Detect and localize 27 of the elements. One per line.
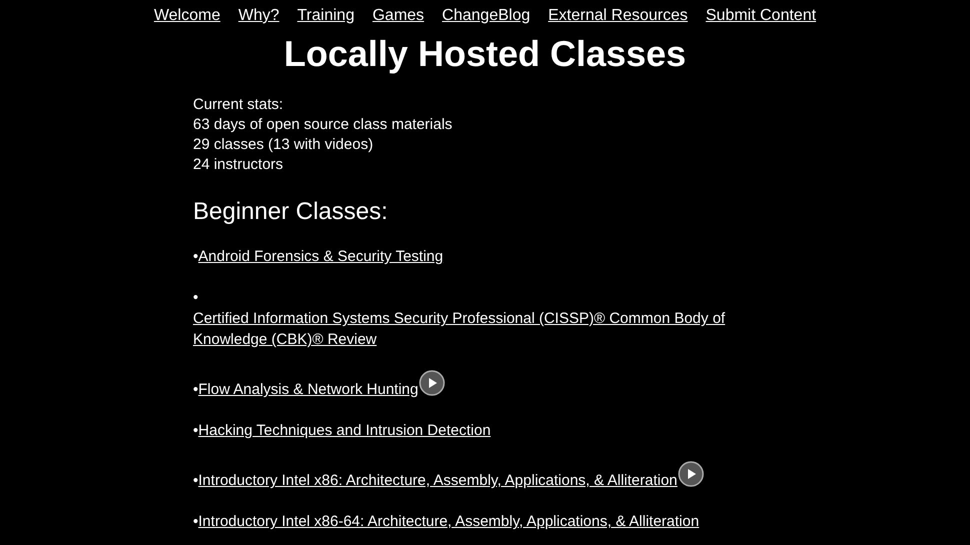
nav-link[interactable]: External Resources [548,4,688,28]
page-title: Locally Hosted Classes [282,32,688,76]
bullet: • [193,513,198,530]
nav-link[interactable]: Why? [238,4,280,28]
nav-link[interactable]: Welcome [154,4,220,28]
section-heading: Beginner Classes: [193,200,389,224]
nav-link[interactable]: ChangeBlog [442,4,530,28]
bullet: • [193,248,198,266]
play-icon[interactable] [419,370,446,396]
class-link[interactable]: Introductory Intel x86: Architecture, Assembly, Applications, & Alliteration [198,470,678,492]
class-link[interactable]: Introductory Intel x86-64: Architecture, Assembly, Applications, & Alliteration [198,511,700,532]
class-link[interactable]: Flow Analysis & Network Hunting [198,379,418,400]
nav-link[interactable]: Training [297,4,354,28]
nav-link[interactable]: Submit Content [706,4,816,28]
class-link[interactable]: Android Forensics & Security Testing [198,246,444,268]
play-icon[interactable] [678,461,704,488]
bullet: • [193,381,198,398]
bullet: • [193,422,198,440]
nav-link[interactable]: Games [372,4,424,28]
stat-line: Current stats: [193,95,284,116]
stat-line: 29 classes (13 with videos) [193,135,374,156]
stat-line: 24 instructors [193,155,284,176]
bullet: • [193,472,198,490]
class-link[interactable]: Certified Information Systems Security Professional (CISSP)® Common Body of Knowledge (CBK)® Review [193,308,738,350]
class-link[interactable]: Hacking Techniques and Intrusion Detection [198,420,491,442]
bullet: • [193,289,198,306]
stat-line: 63 days of open source class materials [193,115,452,136]
